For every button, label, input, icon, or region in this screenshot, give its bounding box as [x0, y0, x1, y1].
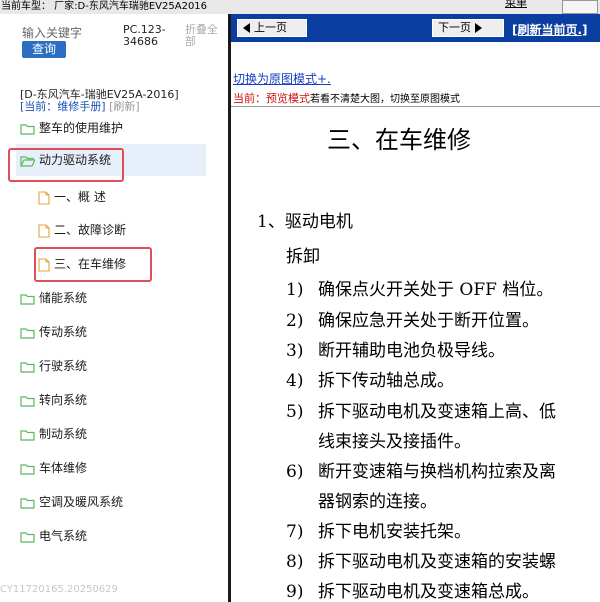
fold-all-button[interactable]: 折叠全 部 [185, 24, 223, 48]
tree-item-label: 空调及暖风系统 [39, 495, 124, 509]
tree-item-energy-storage[interactable]: 储能系统 [20, 288, 87, 308]
step-item: 4) 拆下传动轴总成。 [286, 366, 454, 391]
tree-item-hvac[interactable]: 空调及暖风系统 [20, 492, 123, 512]
step-number: 4) [286, 371, 304, 391]
folder-icon [20, 531, 35, 543]
tree-item-vehicle-maintenance[interactable]: 整车的使用维护 [20, 118, 123, 138]
tree-item-body[interactable]: 车体维修 [20, 458, 87, 478]
tree-item-label: 整车的使用维护 [39, 121, 124, 135]
step-text: 拆下电机安装托架。 [318, 522, 471, 542]
pc-code-line2: 34686 [123, 35, 158, 48]
section-heading: 1、驱动电机 [257, 212, 353, 232]
folder-icon [20, 497, 35, 509]
top-status-bar: 当前车型： 厂家:D-东风汽车瑞驰EV25A2016 菜单 [0, 0, 600, 14]
tree-item-steering[interactable]: 转向系统 [20, 390, 87, 410]
doc-navbar: 上一页 下一页 [刷新当前页.] [231, 14, 600, 42]
step-number: 1) [286, 280, 304, 300]
folder-icon [20, 429, 35, 441]
search-button[interactable]: 查询 [22, 41, 66, 58]
folder-icon [20, 327, 35, 339]
mode-line: [当前：维修手册] [刷新] [20, 98, 140, 114]
step-item: 5) 拆下驱动电机及变速箱上高、低 [286, 397, 556, 422]
tree-item-diagnosis[interactable]: 二、故障诊断 [38, 220, 126, 240]
tree-item-label: 转向系统 [39, 393, 88, 407]
step-text: 确保点火开关处于 OFF 档位。 [318, 280, 554, 300]
tree-item-overview[interactable]: 一、概 述 [38, 187, 106, 207]
arrow-right-icon [475, 23, 482, 33]
tree-item-brake[interactable]: 制动系统 [20, 424, 87, 444]
highlight-box-power-drive [8, 148, 124, 182]
document-title: 三、在车维修 [327, 126, 471, 154]
tree-item-label: 二、故障诊断 [54, 223, 127, 237]
step-number: 7) [286, 522, 304, 542]
step-item: 2) 确保应急开关处于断开位置。 [286, 306, 539, 331]
prev-page-button[interactable]: 上一页 [237, 19, 307, 37]
step-number: 8) [286, 552, 304, 572]
step-item: 9) 拆下驱动电机及变速箱总成。 [286, 577, 539, 602]
step-continuation: 器钢索的连接。 [318, 492, 437, 512]
folder-icon [20, 463, 35, 475]
current-mode-line: 当前：预览模式若看不清楚大图，切换至原图模式 [233, 90, 460, 106]
step-text: 确保应急开关处于断开位置。 [318, 311, 539, 331]
tree-item-label: 传动系统 [39, 325, 88, 339]
step-item: 7) 拆下电机安装托架。 [286, 517, 471, 542]
tree-item-running[interactable]: 行驶系统 [20, 356, 87, 376]
switch-original-link[interactable]: 切换为原图模式+. [233, 70, 331, 87]
arrow-left-icon [243, 23, 250, 33]
subsection-heading: 拆卸 [286, 247, 320, 267]
step-number: 5) [286, 402, 304, 422]
tree-item-transmission[interactable]: 传动系统 [20, 322, 87, 342]
document-panel: 上一页 下一页 [刷新当前页.] 切换为原图模式+. 当前：预览模式若看不清楚大… [228, 14, 600, 602]
step-number: 9) [286, 582, 304, 602]
document-icon [38, 223, 50, 238]
tree-item-label: 一、概 述 [54, 190, 106, 204]
current-mode: 预览模式 [266, 92, 310, 105]
current-model-text: 当前车型： 厂家:D-东风汽车瑞驰EV25A2016 [1, 1, 208, 12]
tree-item-label: 电气系统 [39, 529, 88, 543]
step-item: 6) 断开变速箱与换档机构拉索及离 [286, 457, 556, 482]
tree-item-electrical[interactable]: 电气系统 [20, 526, 87, 546]
fold-all-line2: 部 [185, 35, 196, 48]
left-panel: 输入关键字 查询 PC.123- 34686 折叠全 部 [D-东风汽车-瑞驰E… [0, 14, 224, 602]
menu-box[interactable] [562, 0, 598, 14]
step-number: 6) [286, 462, 304, 482]
folder-icon [20, 293, 35, 305]
mode-current: [当前：维修手册] [20, 100, 106, 113]
step-item: 8) 拆下驱动电机及变速箱的安装螺 [286, 547, 556, 572]
step-text: 拆下传动轴总成。 [318, 371, 454, 391]
step-text: 拆下驱动电机及变速箱总成。 [318, 582, 539, 602]
tree-item-label: 车体维修 [39, 461, 88, 475]
next-page-label: 下一页 [438, 21, 471, 34]
search-input[interactable]: 输入关键字 [22, 24, 82, 41]
tree-item-label: 储能系统 [39, 291, 88, 305]
next-page-button[interactable]: 下一页 [432, 19, 504, 37]
highlight-box-onvehicle-repair [34, 247, 152, 282]
step-item: 3) 断开辅助电池负极导线。 [286, 336, 505, 361]
step-item: 1) 确保点火开关处于 OFF 档位。 [286, 275, 553, 300]
step-text: 断开变速箱与换档机构拉索及离 [318, 462, 556, 482]
pc-code: PC.123- 34686 [123, 24, 166, 48]
step-number: 2) [286, 311, 304, 331]
refresh-page-link[interactable]: [刷新当前页.] [512, 21, 588, 38]
menu-link[interactable]: 菜单 [505, 0, 527, 10]
folder-icon [20, 395, 35, 407]
footer-code: CY11720165.20250629 [0, 584, 118, 595]
step-text: 拆下驱动电机及变速箱的安装螺 [318, 552, 556, 572]
document-icon [38, 190, 50, 205]
folder-icon [20, 361, 35, 373]
refresh-link[interactable]: [刷新] [109, 100, 140, 113]
folder-icon [20, 123, 35, 135]
tree-item-label: 制动系统 [39, 427, 88, 441]
prev-page-label: 上一页 [254, 21, 287, 34]
current-prefix: 当前： [233, 92, 266, 105]
divider [231, 106, 600, 107]
step-text: 断开辅助电池负极导线。 [318, 341, 505, 361]
step-number: 3) [286, 341, 304, 361]
tree-item-label: 行驶系统 [39, 359, 88, 373]
current-hint: 若看不清楚大图，切换至原图模式 [310, 94, 460, 105]
step-text: 拆下驱动电机及变速箱上高、低 [318, 402, 556, 422]
step-continuation: 线束接头及接插件。 [318, 432, 471, 452]
